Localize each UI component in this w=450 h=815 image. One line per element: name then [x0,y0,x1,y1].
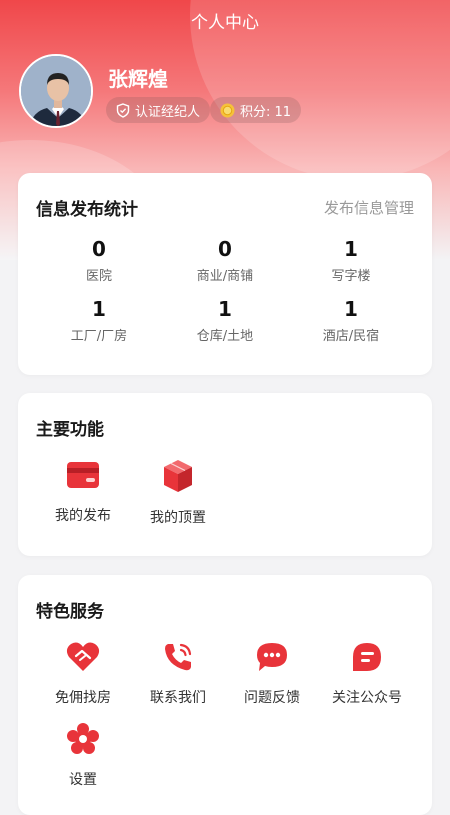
settings-flower-icon [67,723,99,754]
stat-warehouse[interactable]: 1 仓库/土地 [156,297,294,344]
points-badge[interactable]: 积分: 11 [210,97,302,123]
stat-factory[interactable]: 1 工厂/厂房 [30,297,168,344]
stat-hotel[interactable]: 1 酒店/民宿 [282,297,420,344]
page-title: 个人中心 [191,13,259,33]
shield-check-icon [116,102,130,118]
main-functions-card: 主要功能 我的发布 我的顶置 [18,393,432,556]
heart-handshake-icon [66,642,100,671]
chat-bubble-icon [257,643,287,671]
stat-label: 商业/商铺 [196,269,254,284]
coin-icon [220,103,235,117]
manage-publish-link[interactable]: 发布信息管理 [324,197,414,218]
stat-hospital[interactable]: 0 医院 [30,237,168,284]
stat-label: 酒店/民宿 [322,329,380,344]
my-posts-label: 我的发布 [55,508,111,524]
message-tag-icon [353,643,381,671]
commission-free-label: 免佣找房 [55,690,111,706]
cube-icon [164,460,192,492]
phone-icon [165,643,192,671]
avatar[interactable] [19,54,93,128]
stats-title: 信息发布统计 [36,200,138,220]
stat-office[interactable]: 1 写字楼 [282,237,420,284]
contact-us-label: 联系我们 [150,690,206,706]
featured-services-card: 特色服务 免佣找房 联系我们 问题反馈 关注公众号 设置 [18,575,432,815]
stat-value: 1 [92,297,106,321]
stat-label: 医院 [85,269,112,284]
wallet-icon [67,462,99,488]
stat-value: 1 [218,297,232,321]
settings-button[interactable]: 设置 [36,723,130,789]
services-title: 特色服务 [36,602,104,622]
feedback-label: 问题反馈 [244,690,300,706]
user-name: 张辉煌 [108,67,168,91]
settings-label: 设置 [69,772,97,788]
stat-value: 0 [218,237,232,261]
stat-label: 写字楼 [331,269,371,284]
stat-value: 0 [92,237,106,261]
my-pinned-button[interactable]: 我的顶置 [131,459,225,527]
follow-official-account-label: 关注公众号 [332,690,402,706]
stat-label: 工厂/厂房 [70,329,128,344]
verified-broker-badge: 认证经纪人 [106,97,211,123]
verified-label: 认证经纪人 [135,104,201,120]
stat-label: 仓库/土地 [196,329,254,344]
commission-free-button[interactable]: 免佣找房 [36,641,130,707]
stat-commercial[interactable]: 0 商业/商铺 [156,237,294,284]
my-posts-button[interactable]: 我的发布 [36,459,130,525]
stat-value: 1 [344,237,358,261]
points-label: 积分: 11 [240,104,292,120]
publish-stats-card: 信息发布统计 发布信息管理 0 医院 0 商业/商铺 1 写字楼 1 工厂/厂房… [18,173,432,375]
stat-value: 1 [344,297,358,321]
contact-us-button[interactable]: 联系我们 [131,641,225,707]
feedback-button[interactable]: 问题反馈 [225,641,319,707]
my-pinned-label: 我的顶置 [150,510,206,526]
main-functions-title: 主要功能 [36,420,104,440]
follow-official-account-button[interactable]: 关注公众号 [320,641,414,707]
